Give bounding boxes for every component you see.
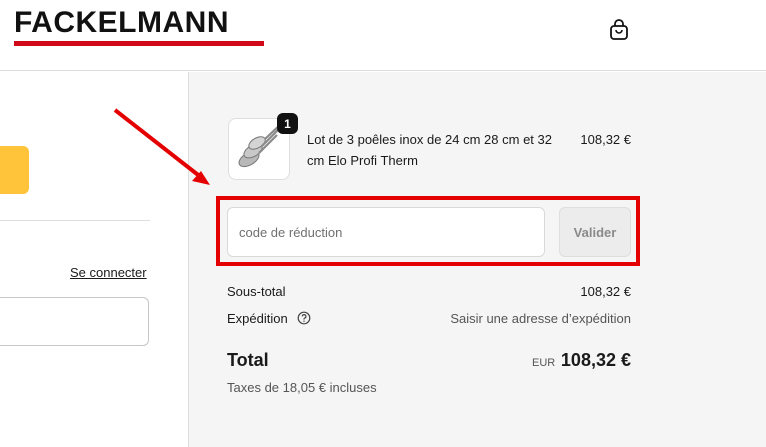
product-name: Lot de 3 poêles inox de 24 cm 28 cm et 3…	[307, 132, 552, 168]
subtotal-label: Sous-total	[227, 284, 286, 299]
logo-underline	[14, 41, 264, 46]
question-circle-icon[interactable]	[297, 311, 311, 325]
login-link[interactable]: Se connecter	[70, 265, 147, 280]
shopping-bag-icon[interactable]	[609, 19, 629, 41]
product-price: 108,32 €	[580, 132, 631, 147]
site-header: FACKELMANN	[0, 0, 766, 71]
subtotal-value: 108,32 €	[580, 284, 631, 299]
brand-logo[interactable]: FACKELMANN	[14, 8, 229, 38]
annotation-arrow-icon	[113, 108, 210, 185]
total-amount: 108,32 €	[560, 350, 631, 370]
email-field[interactable]	[0, 297, 149, 346]
shipping-value: Saisir une adresse d’expédition	[450, 311, 631, 326]
tax-note: Taxes de 18,05 € incluses	[227, 380, 377, 395]
express-checkout-button[interactable]	[0, 146, 29, 194]
total-currency: EUR	[532, 357, 556, 369]
quantity-badge: 1	[277, 113, 298, 134]
annotation-highlight-box	[216, 196, 640, 266]
section-divider	[0, 220, 150, 221]
total-label: Total	[227, 350, 269, 370]
shipping-label: Expédition	[227, 311, 288, 326]
